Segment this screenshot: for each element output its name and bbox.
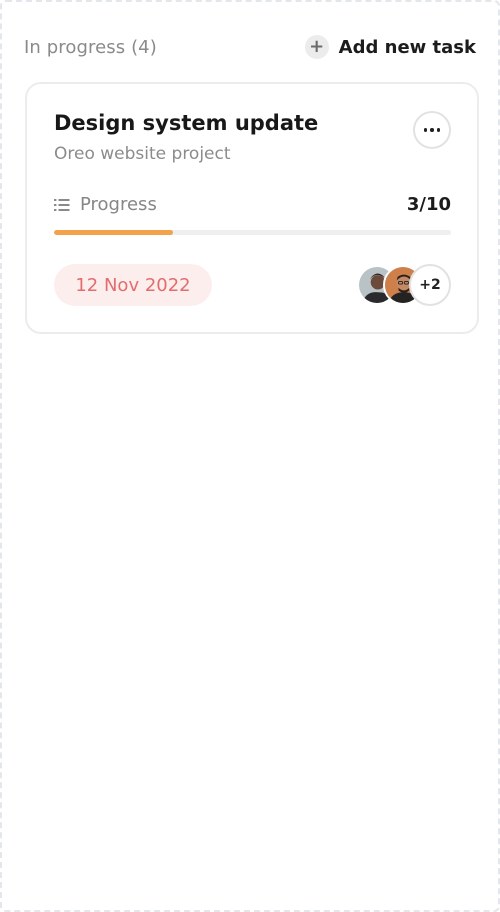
column-title: In progress (4) — [24, 36, 157, 58]
more-horizontal-icon — [423, 128, 441, 132]
progress-bar — [54, 230, 451, 235]
task-card[interactable]: Design system update Oreo website projec… — [25, 82, 479, 334]
column-header: In progress (4) + Add new task — [24, 32, 476, 62]
plus-icon: + — [304, 35, 329, 59]
progress-label: Progress — [80, 194, 157, 215]
assignee-avatars[interactable]: +2 — [357, 264, 451, 306]
progress-row: Progress 3/10 — [54, 194, 451, 215]
list-icon — [54, 198, 70, 211]
progress-bar-fill — [54, 230, 174, 235]
more-assignees-badge[interactable]: +2 — [409, 264, 451, 306]
kanban-column: In progress (4) + Add new task Design sy… — [0, 0, 500, 912]
add-new-task-label: Add new task — [338, 36, 476, 58]
progress-count: 3/10 — [406, 194, 451, 215]
due-date-badge: 12 Nov 2022 — [54, 264, 212, 306]
task-title: Design system update — [54, 111, 319, 135]
task-project: Oreo website project — [54, 144, 231, 164]
add-new-task-button[interactable]: + Add new task — [304, 35, 476, 59]
more-options-button[interactable] — [413, 111, 451, 149]
